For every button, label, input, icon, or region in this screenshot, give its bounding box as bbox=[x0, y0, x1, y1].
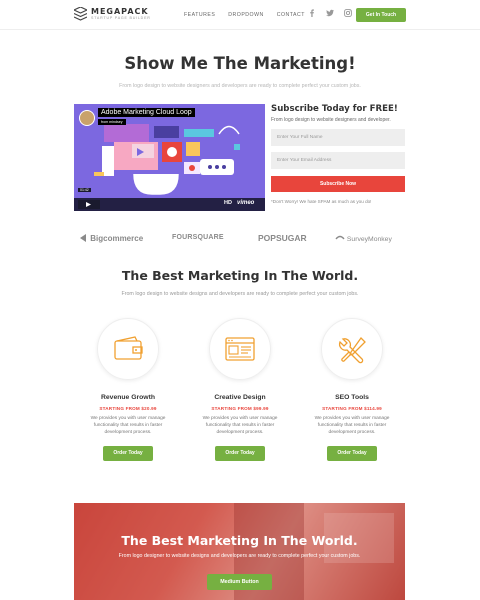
brand-logo-surveymonkey: SurveyMonkey bbox=[335, 235, 392, 243]
nav-item-features[interactable]: FEATURES bbox=[184, 12, 215, 18]
feature-icon-circle bbox=[321, 318, 383, 380]
full-name-input[interactable]: Enter Your Full Name bbox=[271, 129, 405, 146]
instagram-icon[interactable] bbox=[344, 9, 352, 17]
brand-label: SurveyMonkey bbox=[346, 236, 392, 243]
feature-icon-circle bbox=[209, 318, 271, 380]
video-player[interactable]: Adobe Marketing Cloud Loop from mindsey … bbox=[74, 104, 265, 211]
main-nav: FEATURES DROPDOWN CONTACT bbox=[184, 12, 305, 18]
facebook-icon[interactable] bbox=[308, 9, 316, 17]
feature-description: We provides you with user manage functio… bbox=[202, 416, 278, 435]
brand-logo-bigcommerce: Bigcommerce bbox=[80, 234, 143, 243]
nav-item-contact[interactable]: CONTACT bbox=[277, 12, 305, 18]
logo[interactable]: MEGAPACK STARTUP PAGE BUILDER bbox=[74, 7, 151, 21]
order-today-button[interactable]: Order Today bbox=[327, 446, 377, 461]
feature-description: We provides you with user manage functio… bbox=[90, 416, 166, 435]
tools-icon bbox=[338, 336, 366, 364]
feature-title: SEO Tools bbox=[335, 394, 369, 401]
feature-description: We provides you with user manage functio… bbox=[314, 416, 390, 435]
social-links bbox=[308, 9, 352, 17]
spam-note: *Don't Worry! We hate SPAM as much as yo… bbox=[271, 199, 372, 204]
subscribe-button[interactable]: Subscribe Now bbox=[271, 176, 405, 192]
feature-price: STARTING FROM $114.99 bbox=[322, 406, 382, 411]
video-time: 01:42 bbox=[78, 188, 91, 192]
order-today-button[interactable]: Order Today bbox=[215, 446, 265, 461]
email-input[interactable]: Enter Your Email Address bbox=[271, 152, 405, 169]
get-in-touch-button[interactable]: Get In Touch bbox=[356, 8, 406, 22]
hero-title: Show Me The Marketing! bbox=[124, 54, 356, 73]
section-title: The Best Marketing In The World. bbox=[121, 268, 359, 283]
hero-subtitle: From logo design to website designers an… bbox=[119, 83, 361, 89]
feature-title: Revenue Growth bbox=[100, 394, 155, 401]
banner-title: The Best Marketing In The World. bbox=[121, 533, 358, 548]
play-button[interactable] bbox=[78, 200, 100, 209]
brand-logo-foursquare: FOURSQUARE bbox=[172, 234, 224, 241]
hd-badge[interactable]: HD bbox=[224, 200, 232, 206]
subscribe-title: Subscribe Today for FREE! bbox=[271, 104, 398, 114]
feature-price: STARTING FROM $20.99 bbox=[99, 406, 157, 411]
marketing-banner: The Best Marketing In The World. From lo… bbox=[74, 503, 405, 600]
wallet-icon bbox=[114, 336, 143, 360]
feature-title: Creative Design bbox=[214, 394, 266, 401]
site-header: MEGAPACK STARTUP PAGE BUILDER FEATURES D… bbox=[0, 0, 480, 30]
play-icon bbox=[86, 202, 91, 207]
surveymonkey-icon bbox=[335, 235, 345, 240]
nav-item-dropdown[interactable]: DROPDOWN bbox=[228, 12, 263, 18]
video-title[interactable]: Adobe Marketing Cloud Loop bbox=[98, 108, 195, 117]
vimeo-logo[interactable]: vimeo bbox=[237, 200, 254, 206]
feature-price: STARTING FROM $99.99 bbox=[211, 406, 269, 411]
brand-label: Bigcommerce bbox=[90, 234, 144, 243]
twitter-icon[interactable] bbox=[326, 9, 334, 17]
medium-button[interactable]: Medium Button bbox=[207, 574, 272, 590]
brand-tagline: STARTUP PAGE BUILDER bbox=[91, 15, 151, 20]
browser-window-icon bbox=[225, 337, 255, 361]
video-author[interactable]: from mindsey bbox=[98, 119, 126, 125]
stack-logo-icon bbox=[74, 7, 87, 21]
video-avatar bbox=[79, 110, 95, 126]
feature-icon-circle bbox=[97, 318, 159, 380]
subscribe-description: From logo design to website designers an… bbox=[271, 117, 391, 123]
bigcommerce-icon bbox=[80, 234, 86, 242]
video-controls: 01:42 HD vimeo bbox=[74, 188, 265, 211]
order-today-button[interactable]: Order Today bbox=[103, 446, 153, 461]
banner-subtitle: From logo designer to website designs an… bbox=[118, 553, 361, 559]
brand-name: MEGAPACK bbox=[91, 6, 149, 16]
brand-logo-popsugar: POPSUGAR bbox=[258, 233, 307, 243]
section-subtitle: From logo design to website designs and … bbox=[121, 291, 359, 297]
